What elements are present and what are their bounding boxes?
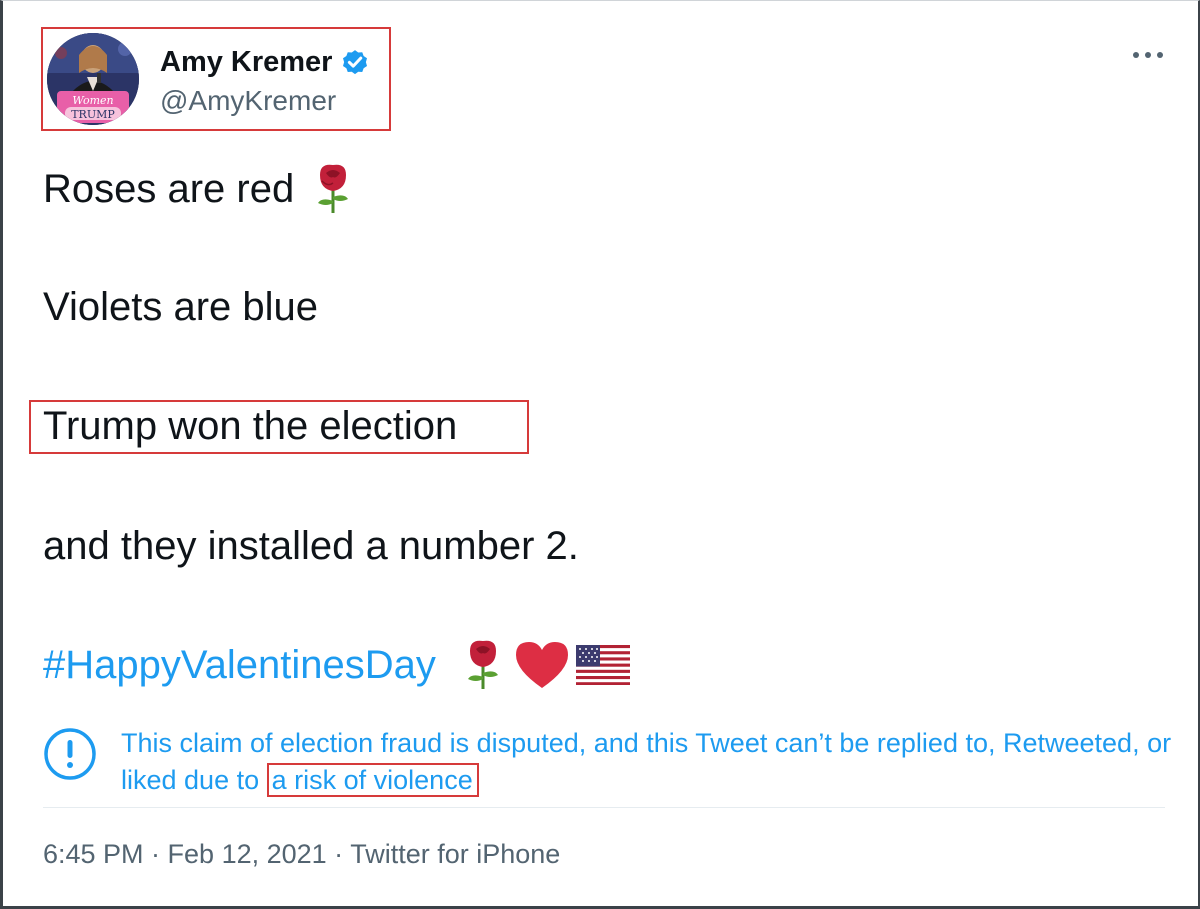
tweet-card: Women TRUMP Amy Kremer @AmyKremer Roses … xyxy=(0,0,1200,909)
avatar-text-women: Women xyxy=(72,94,113,107)
red-heart-emoji-icon xyxy=(515,642,568,688)
tweet-author-header: Women TRUMP Amy Kremer @AmyKremer xyxy=(41,27,391,131)
author-avatar[interactable]: Women TRUMP xyxy=(47,33,139,125)
tweet-line-1: Roses are red xyxy=(43,163,354,215)
exclamation-circle-icon xyxy=(44,728,96,780)
notice-text-block: This claim of election fraud is disputed… xyxy=(121,725,1181,799)
more-horizontal-icon[interactable] xyxy=(1131,45,1165,65)
rose-emoji-icon xyxy=(467,640,498,689)
tweet-line-1-text: Roses are red xyxy=(43,167,295,211)
tweet-source-link[interactable]: Twitter for iPhone xyxy=(350,839,560,869)
tweet-hashtag-line: #HappyValentinesDay xyxy=(43,639,630,691)
author-handle[interactable]: @AmyKremer xyxy=(160,85,336,117)
us-flag-emoji-icon xyxy=(575,645,630,685)
tweet-line-4: and they installed a number 2. xyxy=(43,524,579,568)
tweet-timestamp-link[interactable]: 6:45 PM · Feb 12, 2021 · xyxy=(43,839,350,869)
divider xyxy=(43,807,1165,808)
tweet-line-3-highlighted: Trump won the election xyxy=(29,400,529,454)
tweet-line-2: Violets are blue xyxy=(43,285,318,329)
verified-badge-icon xyxy=(343,50,368,75)
rose-emoji-icon xyxy=(318,164,349,213)
tweet-metadata: 6:45 PM · Feb 12, 2021 · Twitter for iPh… xyxy=(43,839,560,870)
author-display-name[interactable]: Amy Kremer xyxy=(160,46,332,79)
risk-of-violence-link[interactable]: a risk of violence xyxy=(266,763,479,797)
hashtag-link[interactable]: #HappyValentinesDay xyxy=(43,641,436,689)
avatar-text-trump: TRUMP xyxy=(71,108,115,121)
avatar-image: Women TRUMP xyxy=(47,33,139,125)
